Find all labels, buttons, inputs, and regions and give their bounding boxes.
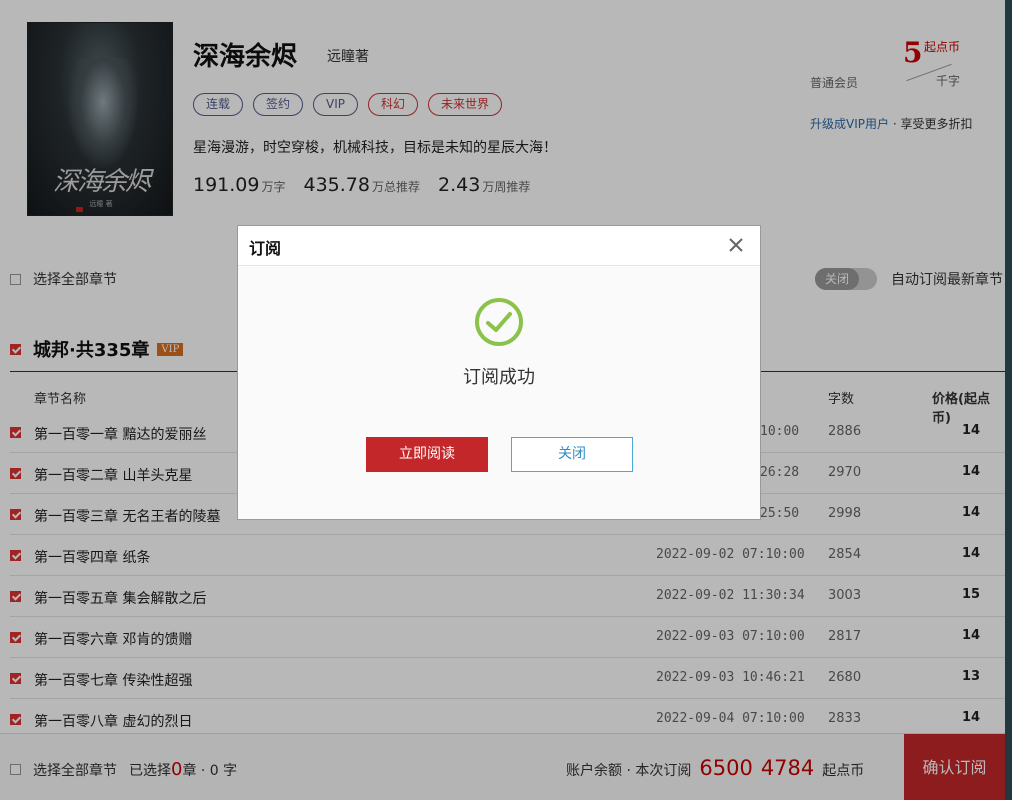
- success-message: 订阅成功: [463, 367, 535, 388]
- close-icon[interactable]: [726, 235, 746, 255]
- dialog-close-button[interactable]: 关闭: [511, 437, 633, 472]
- subscribe-dialog: 订阅 订阅成功 立即阅读 关闭: [237, 225, 761, 520]
- dialog-header: 订阅: [238, 226, 760, 266]
- dialog-title: 订阅: [249, 239, 282, 258]
- success-check-icon: [474, 297, 524, 347]
- dialog-body: 订阅成功 立即阅读 关闭: [238, 267, 760, 519]
- read-now-button[interactable]: 立即阅读: [366, 437, 488, 472]
